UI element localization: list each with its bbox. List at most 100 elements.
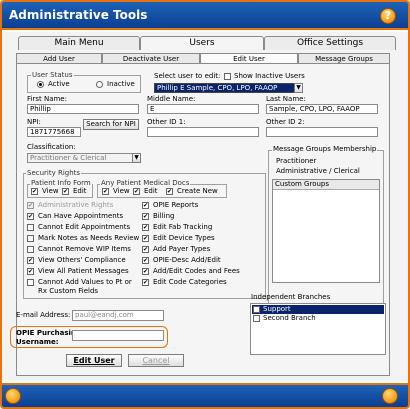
tab-users[interactable]: Users	[140, 36, 264, 50]
custom-groups-list[interactable]: Custom Groups	[272, 179, 380, 283]
right-right-1-checkbox[interactable]: ✔	[142, 213, 149, 220]
right-right-1-label: Billing	[153, 212, 175, 220]
right-right-2-label: Edit Fab Tracking	[153, 223, 213, 231]
branch-checkbox[interactable]	[253, 315, 260, 322]
right-left-1[interactable]: ✔ Can Have Appointments	[27, 212, 139, 221]
right-left-4-checkbox[interactable]	[27, 246, 34, 253]
patient-info-legend: Patient Info Form	[30, 179, 92, 187]
email-label: E-mail Address:	[16, 311, 71, 319]
npi-label: NPI:	[27, 118, 41, 126]
footer-orb-left-icon[interactable]	[5, 388, 21, 404]
md-view-checkbox[interactable]: ✔	[102, 188, 109, 195]
tab-office-settings[interactable]: Office Settings	[264, 36, 396, 50]
md-create-checkbox[interactable]: ✔	[166, 188, 173, 195]
right-left-2-checkbox[interactable]	[27, 224, 34, 231]
right-left-7[interactable]: Cannot Add Values to Pt or Rx Custom Fiel…	[27, 278, 139, 296]
right-left-0-checkbox[interactable]: ✔	[27, 202, 34, 209]
show-inactive-checkbox[interactable]	[224, 73, 231, 80]
md-create[interactable]: ✔ Create New	[166, 187, 224, 196]
npi-field[interactable]: 1871775668	[27, 127, 81, 137]
right-left-4-label: Cannot Remove WIP Items	[38, 245, 131, 253]
right-left-0[interactable]: ✔ Administrative Rights	[27, 201, 139, 210]
cancel-button[interactable]: Cancel	[128, 354, 184, 367]
md-edit-label: Edit	[144, 187, 158, 195]
active-radio[interactable]	[37, 81, 44, 88]
inactive-label: Inactive	[107, 80, 135, 88]
right-right-7[interactable]: ✔ Edit Code Categories	[142, 278, 262, 287]
right-right-5-checkbox[interactable]: ✔	[142, 257, 149, 264]
right-right-6-checkbox[interactable]: ✔	[142, 268, 149, 275]
right-left-2[interactable]: Cannot Edit Appointments	[27, 223, 139, 232]
right-right-7-label: Edit Code Categories	[153, 278, 227, 286]
right-left-0-label: Administrative Rights	[38, 201, 114, 209]
md-view[interactable]: ✔ View	[102, 187, 130, 196]
right-right-5[interactable]: ✔ OPIE-Desc Add/Edit	[142, 256, 262, 265]
inactive-radio[interactable]	[96, 81, 103, 88]
edit-user-button[interactable]: Edit User	[66, 354, 122, 367]
pi-edit[interactable]: ✔ Edit	[62, 187, 88, 196]
active-label: Active	[48, 80, 70, 88]
right-left-5-checkbox[interactable]: ✔	[27, 257, 34, 264]
branch-item[interactable]: Support	[252, 305, 384, 314]
right-right-2-checkbox[interactable]: ✔	[142, 224, 149, 231]
select-user-dropdown[interactable]: Phillip E Sample, CPO, LPO, FAAOP	[154, 83, 302, 93]
right-right-3[interactable]: ✔ Edit Device Types	[142, 234, 262, 243]
right-right-0-checkbox[interactable]: ✔	[142, 202, 149, 209]
right-left-7-checkbox[interactable]	[27, 279, 34, 286]
first-name-field[interactable]: Phillip	[27, 104, 139, 114]
right-left-1-label: Can Have Appointments	[38, 212, 124, 220]
last-name-field[interactable]: Sample, CPO, LPO, FAAOP	[266, 104, 378, 114]
right-right-3-label: Edit Device Types	[153, 234, 215, 242]
md-edit[interactable]: ✔ Edit	[133, 187, 159, 196]
middle-name-field[interactable]: E	[147, 104, 259, 114]
right-left-1-checkbox[interactable]: ✔	[27, 213, 34, 220]
right-right-1[interactable]: ✔ Billing	[142, 212, 262, 221]
pi-view[interactable]: ✔ View	[31, 187, 59, 196]
right-right-7-checkbox[interactable]: ✔	[142, 279, 149, 286]
classification-select[interactable]: Practitioner & Clerical	[27, 153, 141, 163]
medical-docs-legend: Any Patient Medical Docs	[100, 179, 191, 187]
message-group-practitioner: Practitioner	[276, 157, 317, 165]
user-status-legend: User Status	[31, 71, 74, 79]
right-left-5[interactable]: ✔ View Others' Compliance	[27, 256, 139, 265]
right-right-2[interactable]: ✔ Edit Fab Tracking	[142, 223, 262, 232]
email-field[interactable]: paul@eandj.com	[72, 310, 164, 321]
right-left-3-checkbox[interactable]	[27, 235, 34, 242]
right-left-6[interactable]: ✔ View All Patient Messages	[27, 267, 139, 276]
other-id2-field[interactable]	[266, 127, 378, 137]
show-inactive-label: Show Inactive Users	[234, 72, 305, 80]
right-left-3[interactable]: Mark Notes as Needs Review	[27, 234, 139, 243]
right-left-6-checkbox[interactable]: ✔	[27, 268, 34, 275]
pi-edit-checkbox[interactable]: ✔	[62, 188, 69, 195]
footer-orb-right-icon[interactable]	[382, 388, 398, 404]
right-right-4-checkbox[interactable]: ✔	[142, 246, 149, 253]
branch-checkbox[interactable]	[253, 306, 260, 313]
branch-label: Second Branch	[263, 314, 316, 322]
right-left-6-label: View All Patient Messages	[38, 267, 129, 275]
search-npi-button[interactable]: Search for NPI	[83, 119, 139, 130]
right-right-5-label: OPIE-Desc Add/Edit	[153, 256, 221, 264]
select-user-chevron-icon[interactable]: ▼	[294, 83, 303, 93]
right-left-4[interactable]: Cannot Remove WIP Items	[27, 245, 139, 254]
last-name-label: Last Name:	[266, 95, 306, 103]
branches-list[interactable]: Support Second Branch	[250, 303, 386, 355]
opie-username-field[interactable]	[72, 330, 164, 341]
first-name-label: First Name:	[27, 95, 67, 103]
right-right-3-checkbox[interactable]: ✔	[142, 235, 149, 242]
message-groups-title: Message Groups Membership	[272, 145, 378, 154]
right-right-6[interactable]: ✔ Add/Edit Codes and Fees	[142, 267, 262, 276]
help-button[interactable]: ?	[380, 8, 396, 24]
md-view-label: View	[113, 187, 130, 195]
md-edit-checkbox[interactable]: ✔	[133, 188, 140, 195]
right-right-0[interactable]: ✔ OPIE Reports	[142, 201, 262, 210]
right-right-4[interactable]: ✔ Add Payer Types	[142, 245, 262, 254]
classification-chevron-icon[interactable]: ▼	[132, 153, 141, 163]
right-left-3-label: Mark Notes as Needs Review	[38, 234, 140, 242]
other-id1-label: Other ID 1:	[147, 118, 186, 126]
tab-main-menu[interactable]: Main Menu	[18, 36, 140, 50]
branch-item[interactable]: Second Branch	[252, 314, 384, 323]
md-create-label: Create New	[177, 187, 218, 195]
other-id1-field[interactable]	[147, 127, 259, 137]
pi-view-checkbox[interactable]: ✔	[31, 188, 38, 195]
branches-title: Independent Branches	[251, 293, 331, 301]
